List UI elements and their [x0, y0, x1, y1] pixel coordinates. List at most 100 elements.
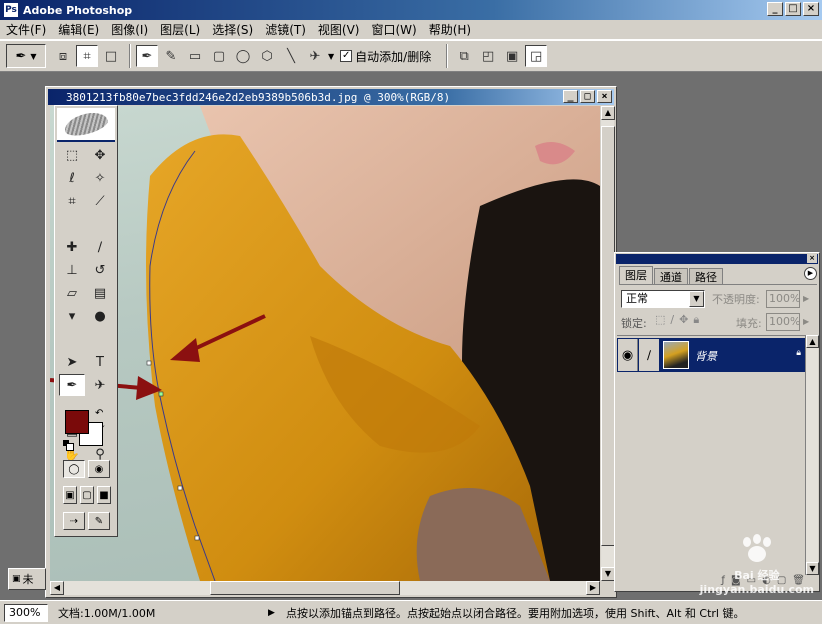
blur-tool-icon[interactable]: ▾ — [59, 305, 85, 327]
standard-mode-icon[interactable]: ◯ — [63, 460, 85, 478]
scroll-left-arrow-icon[interactable]: ◀ — [50, 581, 64, 595]
custom-shape-tool-icon[interactable]: ✈ — [304, 45, 326, 67]
app-title: Adobe Photoshop — [23, 3, 133, 17]
foreground-color-swatch[interactable] — [65, 410, 89, 434]
blend-mode-select[interactable]: 正常 ▼ — [621, 290, 705, 308]
eye-icon[interactable]: ◉ — [618, 339, 638, 371]
healing-brush-tool-icon[interactable]: ✚ — [59, 236, 85, 258]
default-colors-icon[interactable] — [63, 440, 74, 451]
brush-tool-icon[interactable]: ∕ — [87, 236, 113, 258]
fill-pixels-icon[interactable]: □ — [100, 45, 122, 67]
menu-help[interactable]: 帮助(H) — [429, 21, 471, 38]
type-tool-icon[interactable]: T — [87, 351, 113, 373]
layer-row-background[interactable]: ◉ ∕ 背景 🔒︎ — [617, 338, 805, 372]
path-anchor-point[interactable] — [146, 360, 152, 366]
opacity-arrow-icon[interactable]: ▶ — [803, 294, 809, 303]
menu-view[interactable]: 视图(V) — [318, 21, 360, 38]
paths-mode-icon[interactable]: ⌗ — [76, 45, 98, 67]
ellipse-tool-icon[interactable]: ◯ — [232, 45, 254, 67]
vertical-scrollbar[interactable]: ▲ ▼ — [600, 106, 615, 581]
fill-arrow-icon[interactable]: ▶ — [803, 317, 809, 326]
clone-stamp-tool-icon[interactable]: ⊥ — [59, 259, 85, 281]
document-size-info: 文档:1.00M/1.00M — [58, 606, 156, 620]
panel-menu-icon[interactable]: ▶ — [804, 267, 817, 280]
intersect-path-area-icon[interactable]: ▣ — [501, 45, 523, 67]
history-brush-tool-icon[interactable]: ↺ — [87, 259, 113, 281]
status-menu-arrow-icon[interactable]: ▶ — [268, 608, 278, 618]
magic-wand-tool-icon[interactable]: ✧ — [87, 167, 113, 189]
auto-add-delete-checkbox[interactable]: ✓ — [340, 50, 353, 62]
full-screen-menu-mode-icon[interactable]: ▢ — [80, 486, 94, 504]
gradient-tool-icon[interactable]: ▤ — [87, 282, 113, 304]
scroll-up-arrow-icon[interactable]: ▲ — [601, 106, 615, 120]
lock-transparency-icon[interactable]: ⬚ — [655, 313, 665, 327]
freeform-pen-icon[interactable]: ✎ — [160, 45, 182, 67]
line-tool-icon[interactable]: ╲ — [280, 45, 302, 67]
rounded-rectangle-tool-icon[interactable]: ▢ — [208, 45, 230, 67]
dodge-tool-icon[interactable]: ● — [87, 305, 113, 327]
custom-shape-tool-icon[interactable]: ✈ — [87, 374, 113, 396]
fill-input[interactable]: 100% — [766, 313, 800, 331]
scroll-down-arrow-icon[interactable]: ▼ — [601, 567, 615, 581]
document-maximize-button[interactable]: □ — [580, 90, 595, 103]
eraser-tool-icon[interactable]: ▱ — [59, 282, 85, 304]
paintbrush-icon[interactable]: ∕ — [639, 339, 659, 371]
lock-position-icon[interactable]: ✥ — [679, 313, 688, 327]
path-anchor-point[interactable] — [177, 485, 183, 491]
pen-tool-icon[interactable]: ✒ — [136, 45, 158, 67]
quick-mask-mode-icon[interactable]: ◉ — [88, 460, 110, 478]
layers-panel-titlebar[interactable]: × — [616, 254, 818, 264]
shape-layers-icon[interactable]: ⧈ — [52, 45, 74, 67]
marquee-tool-icon[interactable]: ⬚ — [59, 144, 85, 166]
panel-close-icon[interactable]: × — [807, 254, 817, 263]
jump-to-imageready-icon[interactable]: ⇢ — [63, 512, 85, 530]
path-selection-tool-icon[interactable]: ➤ — [59, 351, 85, 373]
tab-paths[interactable]: 路径 — [689, 268, 723, 284]
image-canvas[interactable] — [50, 106, 600, 581]
menu-image[interactable]: 图像(I) — [111, 21, 148, 38]
move-tool-icon[interactable]: ✥ — [87, 144, 113, 166]
minimized-document[interactable]: ▣ 未 — [8, 568, 46, 590]
zoom-level-field[interactable]: 300% — [4, 603, 48, 622]
menu-filter[interactable]: 滤镜(T) — [265, 21, 306, 38]
options-divider — [446, 44, 449, 68]
tab-layers[interactable]: 图层 — [619, 266, 653, 284]
shape-options-arrow-icon[interactable]: ▼ — [328, 52, 334, 61]
add-to-path-area-icon[interactable]: ⧉ — [453, 45, 475, 67]
tool-preset-picker[interactable]: ✒ ▼ — [6, 44, 46, 68]
scroll-up-arrow-icon[interactable]: ▲ — [806, 335, 819, 348]
close-button[interactable]: × — [803, 2, 819, 16]
subtract-path-area-icon[interactable]: ◰ — [477, 45, 499, 67]
rectangle-tool-icon[interactable]: ▭ — [184, 45, 206, 67]
polygon-tool-icon[interactable]: ⬡ — [256, 45, 278, 67]
standard-screen-mode-icon[interactable]: ▣ — [63, 486, 77, 504]
menu-select[interactable]: 选择(S) — [212, 21, 253, 38]
minimize-button[interactable]: _ — [767, 2, 783, 16]
menu-file[interactable]: 文件(F) — [6, 21, 46, 38]
menu-window[interactable]: 窗口(W) — [371, 21, 416, 38]
horizontal-scroll-thumb[interactable] — [210, 581, 400, 595]
path-anchor-point[interactable] — [194, 535, 200, 541]
document-close-button[interactable]: × — [597, 90, 612, 103]
vertical-scroll-thumb[interactable] — [601, 126, 615, 546]
opacity-input[interactable]: 100% — [766, 290, 800, 308]
slice-tool-icon[interactable]: ⟋ — [87, 190, 113, 212]
full-screen-mode-icon[interactable]: ■ — [97, 486, 111, 504]
edit-in-imageready-icon[interactable]: ✎ — [88, 512, 110, 530]
maximize-button[interactable]: □ — [785, 2, 801, 16]
crop-tool-icon[interactable]: ⌗ — [59, 190, 85, 212]
menu-edit[interactable]: 编辑(E) — [58, 21, 99, 38]
swap-colors-icon[interactable]: ↶ — [95, 408, 103, 419]
lasso-tool-icon[interactable]: ℓ — [59, 167, 85, 189]
path-anchor-point[interactable] — [158, 391, 164, 397]
lock-all-icon[interactable]: 🔒︎ — [693, 313, 699, 327]
document-minimize-button[interactable]: _ — [563, 90, 578, 103]
menu-layer[interactable]: 图层(L) — [160, 21, 200, 38]
scroll-right-arrow-icon[interactable]: ▶ — [586, 581, 600, 595]
lock-image-icon[interactable]: ∕ — [670, 313, 674, 327]
toolbox-header[interactable] — [57, 108, 115, 142]
tab-channels[interactable]: 通道 — [654, 268, 688, 284]
exclude-path-area-icon[interactable]: ◲ — [525, 45, 548, 67]
horizontal-scrollbar[interactable]: ◀ ▶ — [50, 581, 600, 595]
pen-tool-icon[interactable]: ✒ — [59, 374, 85, 396]
